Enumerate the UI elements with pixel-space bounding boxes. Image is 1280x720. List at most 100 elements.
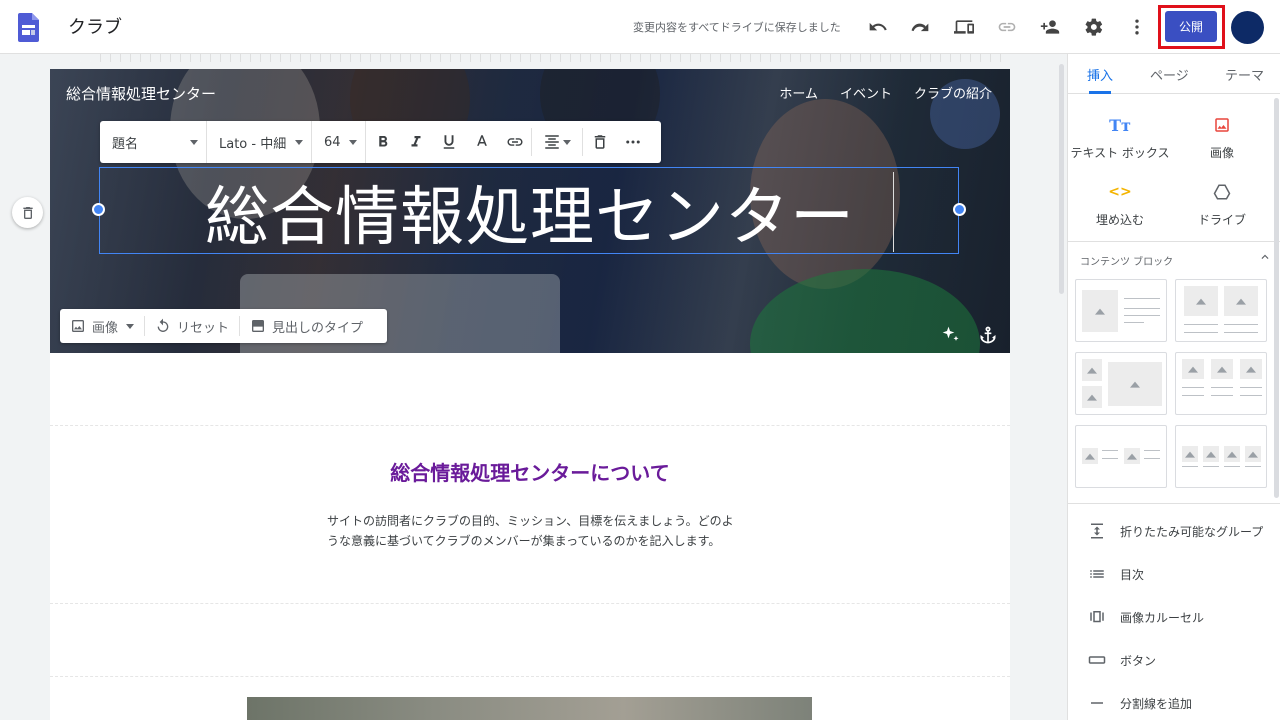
redo-icon[interactable] xyxy=(908,15,932,39)
header-image-toolbar: 画像 リセット 見出しのタイプ xyxy=(60,309,387,343)
chevron-up-icon[interactable] xyxy=(1258,250,1272,264)
insert-button[interactable]: ボタン xyxy=(1088,651,1156,669)
save-status: 変更内容をすべてドライブに保存しました xyxy=(633,21,841,34)
content-block-four-columns[interactable] xyxy=(1175,425,1267,488)
delete-icon[interactable] xyxy=(583,121,616,163)
content-block-image-grid[interactable] xyxy=(1075,352,1167,415)
block-line xyxy=(1124,315,1160,316)
resize-handle-left[interactable] xyxy=(92,203,105,216)
block-image xyxy=(1124,448,1140,464)
canvas-scrollbar[interactable] xyxy=(1059,64,1064,294)
insert-panel: 挿入 ページ テーマ Tт テキスト ボックス 画像 <> 埋め込む ドライブ … xyxy=(1067,54,1280,720)
preview-icon[interactable] xyxy=(952,15,976,39)
change-image-button[interactable]: 画像 xyxy=(60,309,144,343)
chevron-down-icon xyxy=(190,139,198,145)
image-carousel-icon xyxy=(1090,611,1104,623)
insert-table-of-contents[interactable]: 目次 xyxy=(1088,565,1144,583)
block-line xyxy=(1124,308,1160,309)
block-line xyxy=(1245,466,1261,467)
bold-icon[interactable] xyxy=(366,121,399,163)
align-center-icon[interactable] xyxy=(532,121,582,163)
table-of-contents-label: 目次 xyxy=(1120,567,1145,582)
font-dropdown[interactable]: Lato - 中細 xyxy=(207,121,312,163)
tab-insert[interactable]: 挿入 xyxy=(1087,65,1113,84)
link-icon[interactable] xyxy=(995,15,1019,39)
share-icon[interactable] xyxy=(1038,15,1062,39)
section-divider xyxy=(50,425,1010,426)
title-text-box[interactable]: 総合情報処理センター xyxy=(92,167,966,255)
settings-icon[interactable] xyxy=(1082,15,1106,39)
block-line xyxy=(1224,324,1258,325)
panel-divider xyxy=(1068,241,1280,242)
resize-handle-right[interactable] xyxy=(953,203,966,216)
content-block-two-image-text[interactable] xyxy=(1075,425,1167,488)
block-image xyxy=(1224,446,1240,462)
image-carousel-label: 画像カルーセル xyxy=(1120,610,1205,625)
block-line xyxy=(1144,458,1160,459)
content-block-two-images[interactable] xyxy=(1175,279,1267,342)
underline-icon[interactable] xyxy=(432,121,465,163)
document-title[interactable]: クラブ xyxy=(68,13,122,39)
tab-themes[interactable]: テーマ xyxy=(1225,65,1264,84)
text-format-toolbar: 題名 Lato - 中細 64 xyxy=(100,121,661,163)
site-page: 総合情報処理センター ホーム イベント クラブの紹介 題名 Lato - 中細 … xyxy=(50,69,1010,720)
font-size-value: 64 xyxy=(324,134,341,150)
insert-embed[interactable]: <> 埋め込む xyxy=(1070,181,1170,228)
sparkle-icon[interactable] xyxy=(941,325,961,345)
sites-logo-icon[interactable] xyxy=(18,13,39,42)
content-block-three-columns[interactable] xyxy=(1175,352,1267,415)
anchor-icon[interactable] xyxy=(978,325,998,345)
about-body-text[interactable]: サイトの訪問者にクラブの目的、ミッション、目標を伝えましょう。どのような意義に基… xyxy=(327,511,737,551)
text-style-dropdown[interactable]: 題名 xyxy=(100,121,207,163)
block-image xyxy=(1108,362,1162,406)
block-line xyxy=(1224,466,1240,467)
tab-pages[interactable]: ページ xyxy=(1150,65,1189,84)
block-image xyxy=(1184,286,1218,316)
block-line xyxy=(1240,395,1262,396)
block-image xyxy=(1182,359,1204,379)
text-color-icon[interactable] xyxy=(465,121,498,163)
nav-item-home[interactable]: ホーム xyxy=(779,83,818,102)
block-image xyxy=(1203,446,1219,462)
block-line xyxy=(1211,387,1233,388)
block-image xyxy=(1211,359,1233,379)
italic-icon[interactable] xyxy=(399,121,432,163)
divider-icon xyxy=(1091,702,1103,704)
insert-divider[interactable]: 分割線を追加 xyxy=(1088,694,1192,712)
content-block-image-text[interactable] xyxy=(1075,279,1167,342)
section-divider xyxy=(50,603,1010,604)
publish-button[interactable]: 公開 xyxy=(1165,11,1217,42)
nav-item-events[interactable]: イベント xyxy=(840,83,892,102)
text-cursor xyxy=(893,172,894,252)
block-image xyxy=(1082,359,1102,381)
avatar[interactable] xyxy=(1231,11,1264,44)
insert-collapsible-group[interactable]: 折りたたみ可能なグループ xyxy=(1088,522,1263,540)
about-heading[interactable]: 総合情報処理センターについて xyxy=(50,457,1010,486)
header-type-button[interactable]: 見出しのタイプ xyxy=(240,309,373,343)
insert-image-carousel[interactable]: 画像カルーセル xyxy=(1088,608,1204,626)
header-section[interactable]: 総合情報処理センター ホーム イベント クラブの紹介 題名 Lato - 中細 … xyxy=(50,69,1010,353)
panel-tabs: 挿入 ページ テーマ xyxy=(1068,54,1280,94)
chevron-down-icon xyxy=(126,323,135,329)
hero-title[interactable]: 総合情報処理センター xyxy=(100,168,960,255)
block-line xyxy=(1184,324,1218,325)
panel-scrollbar[interactable] xyxy=(1274,98,1279,498)
insert-link-icon[interactable] xyxy=(498,121,531,163)
insert-text-box-label: テキスト ボックス xyxy=(1070,146,1170,160)
more-horizontal-icon[interactable] xyxy=(616,121,649,163)
insert-drive[interactable]: ドライブ xyxy=(1172,181,1272,228)
site-name[interactable]: 総合情報処理センター xyxy=(66,83,216,104)
content-image[interactable] xyxy=(247,697,812,720)
insert-image[interactable]: 画像 xyxy=(1172,114,1272,161)
delete-section-trash-icon[interactable] xyxy=(12,197,43,228)
collapsible-group-icon xyxy=(1091,523,1103,539)
more-options-icon[interactable] xyxy=(1125,15,1149,39)
reset-button[interactable]: リセット xyxy=(145,309,239,343)
block-line xyxy=(1182,466,1198,467)
nav-item-club-intro[interactable]: クラブの紹介 xyxy=(914,83,992,102)
undo-icon[interactable] xyxy=(866,15,890,39)
font-size-dropdown[interactable]: 64 xyxy=(312,121,366,163)
table-of-contents-icon xyxy=(1090,570,1104,578)
insert-text-box[interactable]: Tт テキスト ボックス xyxy=(1070,114,1170,161)
block-line xyxy=(1224,332,1258,333)
